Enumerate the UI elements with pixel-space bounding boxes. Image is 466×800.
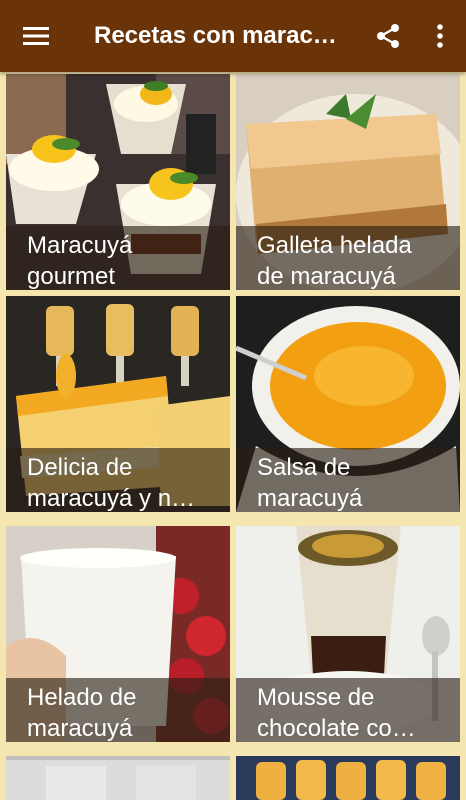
recipe-title-line-2: maracuyá y n… [27, 485, 196, 512]
recipe-card[interactable]: Maracuyá gourmet [6, 74, 230, 290]
recipe-caption: Maracuyá gourmet [6, 226, 230, 290]
recipe-card[interactable]: Delicia de maracuyá y n… [6, 296, 230, 512]
recipe-image [236, 756, 460, 800]
recipe-title-line-1: Salsa de [257, 454, 351, 481]
recipe-title-line-2: maracuyá [27, 715, 133, 742]
recipe-title-line-1: Galleta helada [257, 232, 412, 259]
more-vert-icon [437, 24, 443, 48]
recipe-title-line-2: chocolate co… [257, 715, 416, 742]
recipe-title-line-2: de maracuyá [257, 263, 396, 290]
recipe-card[interactable]: Mousse de chocolate co… [236, 526, 460, 742]
recipe-title-line-1: Mousse de [257, 684, 375, 711]
menu-icon [23, 27, 49, 45]
recipe-card[interactable]: Helado de maracuyá [6, 526, 230, 742]
recipe-card[interactable]: Salsa de maracuyá [236, 296, 460, 512]
page-title: Recetas con marac… [94, 22, 337, 49]
recipe-title-line-2: maracuyá [257, 485, 363, 512]
recipe-caption: Mousse de chocolate co… [236, 678, 460, 742]
recipe-caption: Galleta helada de maracuyá [236, 226, 460, 290]
recipe-card[interactable] [236, 756, 460, 800]
recipe-image [6, 756, 230, 800]
more-options-button[interactable] [414, 0, 466, 72]
recipe-title-line-2: gourmet [27, 263, 116, 290]
recipe-title-line-1: Delicia de [27, 454, 133, 481]
recipe-caption: Helado de maracuyá [6, 678, 230, 742]
share-button[interactable] [362, 0, 414, 72]
share-icon [377, 24, 399, 48]
menu-button[interactable] [0, 0, 72, 72]
recipe-grid: Maracuyá gourmet Galleta helada de marac… [0, 72, 466, 800]
recipe-title-line-1: Maracuyá [27, 232, 133, 259]
recipe-title-line-1: Helado de [27, 684, 137, 711]
app-bar: Recetas con marac… [0, 0, 466, 72]
recipe-caption: Delicia de maracuyá y n… [6, 448, 230, 512]
recipe-card[interactable] [6, 756, 230, 800]
recipe-caption: Salsa de maracuyá [236, 448, 460, 512]
recipe-card[interactable]: Galleta helada de maracuyá [236, 74, 460, 290]
